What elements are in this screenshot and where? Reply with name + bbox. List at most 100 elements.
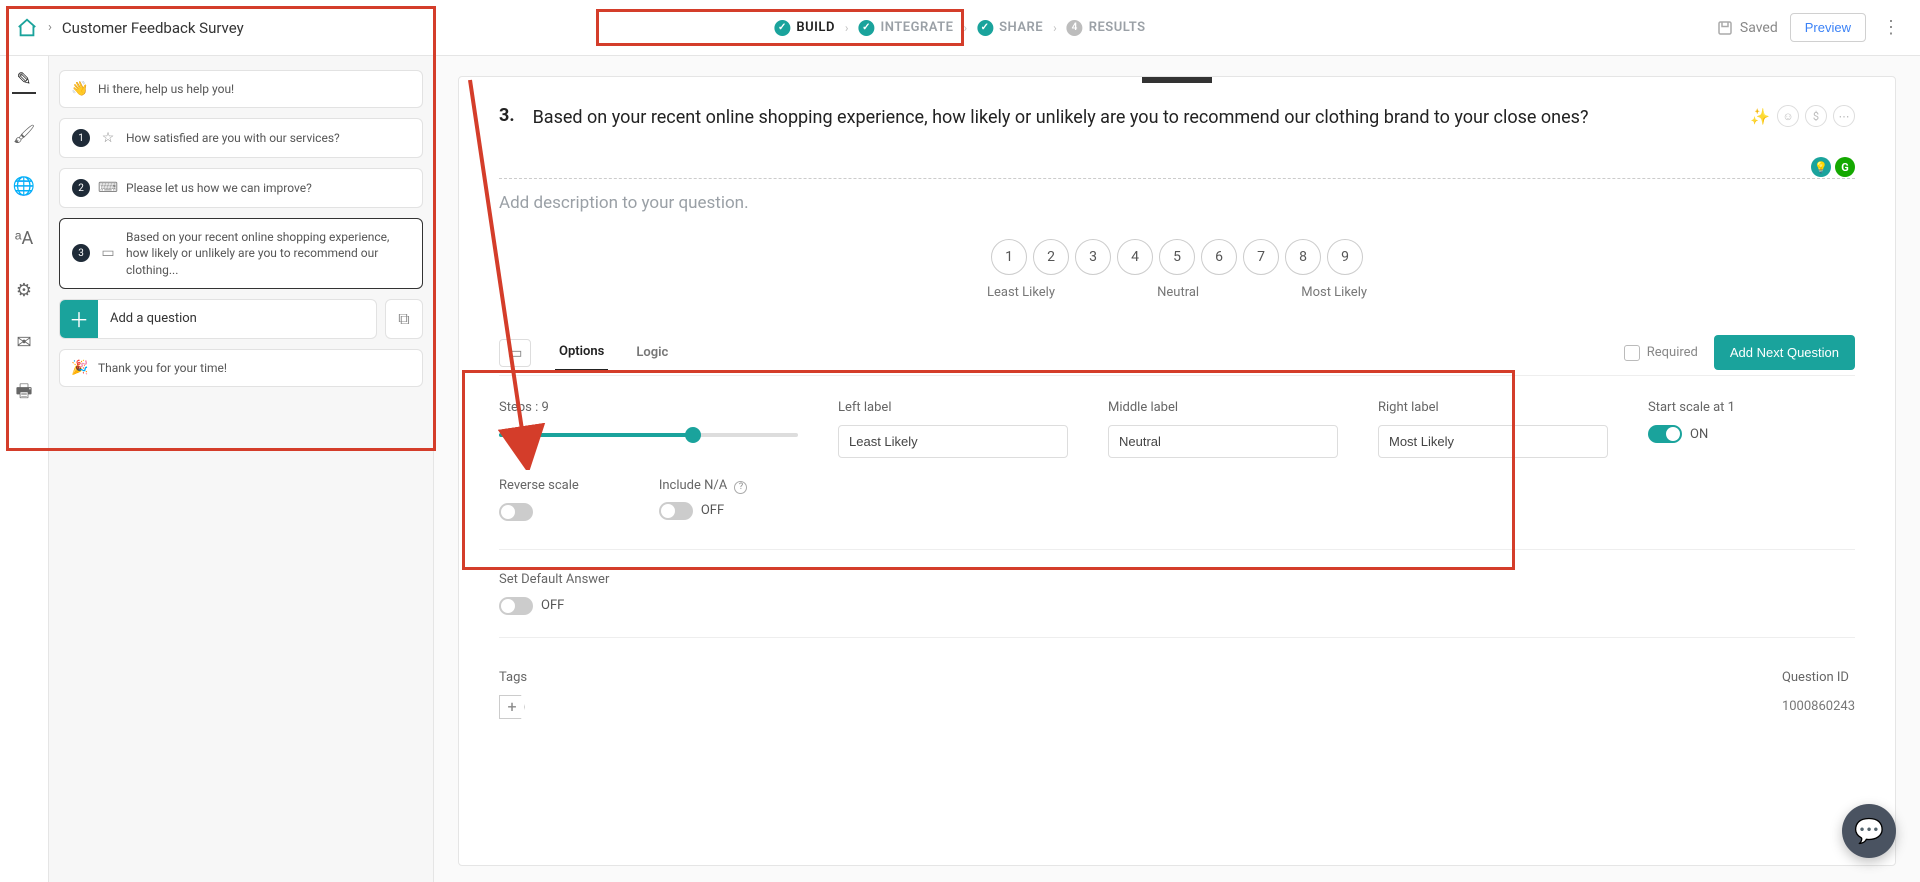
- tab-options[interactable]: Options: [555, 334, 608, 372]
- left-label-option: Left label: [838, 400, 1068, 458]
- scale-labels: Least Likely Neutral Most Likely: [987, 285, 1367, 300]
- translate-icon[interactable]: ᵃA: [12, 226, 36, 250]
- tags-section: Tags +: [499, 670, 527, 719]
- scale-option[interactable]: 2: [1033, 239, 1069, 275]
- more-menu-icon[interactable]: ⋮: [1878, 17, 1904, 38]
- grammarly-icon[interactable]: G: [1835, 157, 1855, 177]
- duplicate-button[interactable]: ⧉: [385, 299, 423, 339]
- sidebar-question-3[interactable]: 3 ▭ Based on your recent online shopping…: [59, 218, 423, 289]
- thankyou-card[interactable]: 🎉 Thank you for your time!: [59, 349, 423, 387]
- step-share[interactable]: ✓ SHARE: [977, 20, 1043, 36]
- scale-option[interactable]: 7: [1243, 239, 1279, 275]
- left-label-input[interactable]: [838, 425, 1068, 458]
- sidebar-question-1[interactable]: 1 ☆ How satisfied are you with our servi…: [59, 118, 423, 158]
- default-answer-toggle[interactable]: [499, 597, 533, 615]
- sidebar-question-2[interactable]: 2 ⌨ Please let us how we can improve?: [59, 168, 423, 208]
- magic-icon[interactable]: ✨: [1749, 105, 1771, 127]
- add-question-button[interactable]: ＋ Add a question: [59, 299, 377, 339]
- right-label-input[interactable]: [1378, 425, 1608, 458]
- tab-logic[interactable]: Logic: [632, 335, 672, 370]
- rating-scale: 1 2 3 4 5 6 7 8 9 Least Likely Neutral M…: [499, 239, 1855, 300]
- reverse-scale-toggle[interactable]: [499, 503, 533, 521]
- middle-label-input[interactable]: [1108, 425, 1338, 458]
- welcome-card[interactable]: 👋 Hi there, help us help you!: [59, 70, 423, 108]
- steps-slider[interactable]: [499, 433, 798, 437]
- question-id-section: Question ID 1000860243: [1782, 670, 1855, 719]
- more-icon[interactable]: ⋯: [1833, 105, 1855, 127]
- print-icon[interactable]: 🖶: [12, 382, 36, 406]
- include-na-option: Include N/A ? OFF: [659, 478, 748, 521]
- bulb-icon[interactable]: 💡: [1811, 157, 1831, 177]
- scale-option[interactable]: 8: [1285, 239, 1321, 275]
- steps-option: Steps : 9: [499, 400, 798, 458]
- plus-icon: ＋: [60, 300, 98, 338]
- default-answer-option: Set Default Answer OFF: [499, 572, 1855, 615]
- copy-icon: ⧉: [398, 309, 409, 329]
- chevron-right-icon: ›: [845, 21, 849, 35]
- chat-fab[interactable]: 💬: [1842, 804, 1896, 858]
- chat-icon: 💬: [1854, 817, 1884, 845]
- chevron-right-icon: ›: [48, 20, 52, 35]
- chevron-right-icon: ›: [963, 21, 967, 35]
- right-label-option: Right label: [1378, 400, 1608, 458]
- home-icon[interactable]: [16, 17, 38, 39]
- check-icon: ✓: [774, 20, 790, 36]
- mail-icon[interactable]: ✉: [12, 330, 36, 354]
- globe-icon[interactable]: 🌐: [12, 174, 36, 198]
- scale-option[interactable]: 6: [1201, 239, 1237, 275]
- question-sidebar: 👋 Hi there, help us help you! 1 ☆ How sa…: [49, 56, 434, 882]
- step-number-icon: 4: [1067, 20, 1083, 36]
- step-integrate[interactable]: ✓ INTEGRATE: [859, 20, 954, 36]
- divider: [499, 637, 1855, 638]
- question-header: 3. Based on your recent online shopping …: [499, 105, 1855, 130]
- emoji-icon[interactable]: ☺: [1777, 105, 1799, 127]
- info-icon[interactable]: ?: [734, 481, 747, 494]
- options-row-2: Reverse scale Include N/A ? OFF: [499, 478, 1855, 541]
- slider-thumb-icon[interactable]: [685, 427, 701, 443]
- options-grid: Steps : 9 Left label Middle label Right …: [499, 376, 1855, 478]
- progress-steps: ✓ BUILD › ✓ INTEGRATE › ✓ SHARE › 4 RESU…: [774, 20, 1145, 36]
- steps-label: Steps : 9: [499, 400, 798, 415]
- check-icon: ✓: [977, 20, 993, 36]
- scale-option[interactable]: 5: [1159, 239, 1195, 275]
- start-scale-toggle[interactable]: [1648, 425, 1682, 443]
- question-type-icon[interactable]: ▭: [499, 339, 531, 367]
- dollar-icon[interactable]: $: [1805, 105, 1827, 127]
- question-text[interactable]: Based on your recent online shopping exp…: [533, 105, 1731, 130]
- helper-badges: 💡 G: [1811, 157, 1855, 177]
- party-icon: 🎉: [72, 360, 88, 376]
- preview-button[interactable]: Preview: [1790, 13, 1866, 42]
- breadcrumb: › Customer Feedback Survey: [16, 17, 244, 39]
- add-tag-button[interactable]: +: [499, 695, 525, 719]
- scale-mid-label: Neutral: [1157, 285, 1199, 300]
- include-na-toggle[interactable]: [659, 502, 693, 520]
- save-icon: [1716, 19, 1734, 37]
- scale-option[interactable]: 4: [1117, 239, 1153, 275]
- check-icon: ✓: [859, 20, 875, 36]
- scale-option[interactable]: 1: [991, 239, 1027, 275]
- question-number-badge: 3: [72, 244, 90, 262]
- gear-icon[interactable]: ⚙: [12, 278, 36, 302]
- scale-dots: 1 2 3 4 5 6 7 8 9: [991, 239, 1363, 275]
- scale-right-label: Most Likely: [1301, 285, 1367, 300]
- checkbox-icon[interactable]: [1624, 345, 1640, 361]
- editor-footer: Tags + Question ID 1000860243: [499, 660, 1855, 719]
- question-actions: ✨ ☺ $ ⋯: [1749, 105, 1855, 130]
- step-results[interactable]: 4 RESULTS: [1067, 20, 1146, 36]
- wave-icon: 👋: [72, 81, 88, 97]
- survey-title[interactable]: Customer Feedback Survey: [62, 19, 244, 37]
- middle-label-option: Middle label: [1108, 400, 1338, 458]
- editor-main: 3. Based on your recent online shopping …: [434, 56, 1920, 882]
- scale-option[interactable]: 3: [1075, 239, 1111, 275]
- tab-right-actions: Required Add Next Question: [1624, 335, 1855, 370]
- required-toggle[interactable]: Required: [1624, 345, 1698, 361]
- drag-handle[interactable]: [1142, 77, 1212, 83]
- add-next-question-button[interactable]: Add Next Question: [1714, 335, 1855, 370]
- scale-option[interactable]: 9: [1327, 239, 1363, 275]
- step-build[interactable]: ✓ BUILD: [774, 20, 835, 36]
- options-tabs: ▭ Options Logic Required Add Next Questi…: [499, 330, 1855, 376]
- paint-icon[interactable]: 🖌: [12, 122, 36, 146]
- description-row[interactable]: 💡 G Add description to your question.: [499, 178, 1855, 213]
- scale-icon: ▭: [100, 245, 116, 261]
- edit-icon[interactable]: ✎: [12, 70, 36, 94]
